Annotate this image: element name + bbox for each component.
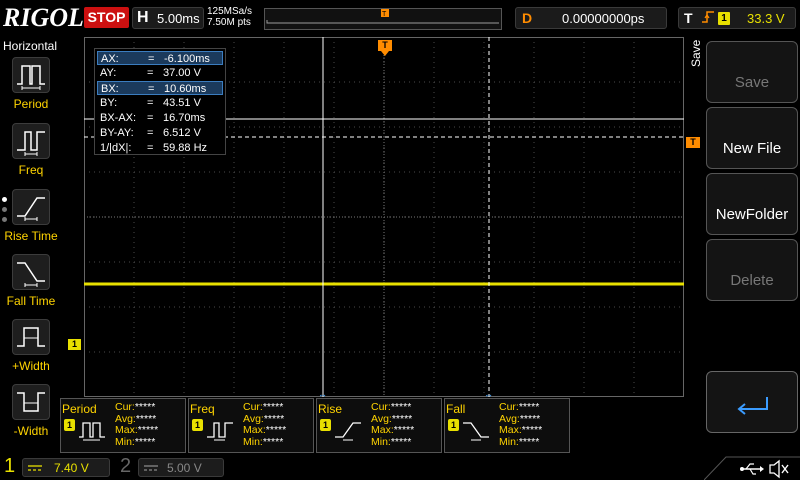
positive-width-icon bbox=[12, 319, 50, 355]
readout-row-inv-dx: 1/|dX|: = 59.88 Hz bbox=[100, 142, 208, 154]
measurement-channel-badge: 1 bbox=[320, 419, 331, 431]
new-folder-button[interactable]: NewFolder bbox=[706, 173, 798, 235]
measurement-channel-badge: 1 bbox=[64, 419, 75, 431]
timebase-indicator[interactable]: H 5.00ms bbox=[132, 7, 204, 29]
sidebar-label-positive-width: +Width bbox=[12, 359, 50, 373]
save-button[interactable]: Save bbox=[706, 41, 798, 103]
channel2-scale-box: 5.00 V bbox=[138, 458, 224, 477]
sidebar-item-freq[interactable]: Freq bbox=[0, 123, 60, 185]
run-stop-button[interactable]: STOP bbox=[84, 7, 129, 28]
sidebar-label-period: Period bbox=[13, 97, 49, 111]
timebase-letter: H bbox=[137, 9, 149, 26]
top-status-bar: RIGOL STOP H 5.00ms 125MSa/s 7.50M pts T… bbox=[0, 0, 800, 37]
trigger-level-value: 33.3 V bbox=[747, 11, 785, 26]
horizontal-delay-indicator[interactable]: D 0.00000000ps bbox=[515, 7, 667, 29]
measurement-channel-badge: 1 bbox=[192, 419, 203, 431]
sidebar-item-period[interactable]: Period bbox=[0, 57, 60, 119]
channel1-scale-box: 7.40 V bbox=[22, 458, 110, 477]
channel1-number: 1 bbox=[4, 455, 16, 477]
measurement-period[interactable]: Period 1 Cur:***** Avg:***** Max:***** M… bbox=[60, 398, 186, 453]
overview-trigger-letter: T bbox=[382, 11, 387, 18]
readout-row-ax: AX: = -6.100ms bbox=[97, 51, 223, 65]
bottom-status-bar: 1 7.40 V 2 5.00 V bbox=[0, 455, 800, 480]
rise-time-icon bbox=[333, 417, 367, 446]
cursor-readout: AX: = -6.100ms AY: = 37.00 V BX: = 10.60ms BY:… bbox=[94, 48, 226, 155]
channel2-scale: 5.00 V bbox=[167, 461, 202, 475]
waveform-overview: T bbox=[266, 9, 499, 24]
channel2-status[interactable]: 2 5.00 V bbox=[118, 455, 228, 480]
new-file-label: New File bbox=[722, 140, 782, 157]
delay-value: 0.00000000ps bbox=[562, 11, 645, 26]
delete-label: Delete bbox=[730, 272, 774, 289]
channel2-number: 2 bbox=[120, 455, 132, 477]
measurement-stats: Cur:***** Avg:***** Max:***** Min:***** bbox=[243, 401, 287, 448]
measurement-channel-badge: 1 bbox=[448, 419, 459, 431]
readout-row-by-ay: BY-AY: = 6.512 V bbox=[100, 127, 201, 139]
sidebar-label-freq: Freq bbox=[18, 163, 44, 177]
measurement-name: Rise bbox=[318, 402, 343, 416]
trigger-letter: T bbox=[684, 10, 693, 26]
dc-coupling-icon bbox=[28, 465, 42, 471]
rise-time-icon bbox=[12, 189, 50, 225]
new-file-button[interactable]: New File bbox=[706, 107, 798, 169]
negative-width-icon bbox=[12, 384, 50, 420]
trigger-position-arrow bbox=[381, 51, 389, 56]
timebase-value: 5.00ms bbox=[157, 11, 200, 26]
rising-edge-icon bbox=[701, 9, 715, 29]
frequency-icon bbox=[205, 417, 239, 446]
measurement-name: Period bbox=[62, 402, 97, 416]
system-status-icons bbox=[703, 455, 800, 480]
measurement-name: Freq bbox=[190, 402, 215, 416]
measurement-freq[interactable]: Freq 1 Cur:***** Avg:***** Max:***** Min… bbox=[188, 398, 314, 453]
readout-row-ay: AY: = 37.00 V bbox=[100, 67, 201, 79]
save-menu-panel: Save Save New File NewFolder Delete bbox=[685, 37, 800, 455]
channel1-scale: 7.40 V bbox=[54, 461, 89, 475]
trigger-indicator[interactable]: T 1 33.3 V bbox=[678, 7, 796, 29]
enter-button[interactable] bbox=[706, 371, 798, 433]
trigger-source-badge: 1 bbox=[718, 12, 730, 25]
dc-coupling-icon bbox=[144, 465, 158, 471]
save-button-label: Save bbox=[734, 74, 770, 91]
fall-time-icon bbox=[461, 417, 495, 446]
readout-row-bx: BX: = 10.60ms bbox=[97, 81, 223, 95]
measurement-stats: Cur:***** Avg:***** Max:***** Min:***** bbox=[115, 401, 159, 448]
sidebar-item-rise-time[interactable]: Rise Time bbox=[0, 189, 60, 251]
period-icon bbox=[77, 417, 111, 446]
usb-icon bbox=[740, 463, 764, 475]
memory-depth: 7.50M pts bbox=[207, 17, 251, 28]
new-folder-label: NewFolder bbox=[715, 206, 789, 223]
sidebar-label-rise-time: Rise Time bbox=[4, 229, 58, 243]
sidebar-label-fall-time: Fall Time bbox=[6, 294, 56, 308]
channel1-status[interactable]: 1 7.40 V bbox=[0, 455, 112, 480]
delay-letter: D bbox=[522, 10, 533, 26]
acquisition-info: 125MSa/s 7.50M pts bbox=[207, 6, 252, 28]
measurement-fall[interactable]: Fall 1 Cur:***** Avg:***** Max:***** Min… bbox=[444, 398, 570, 453]
measurement-name: Fall bbox=[446, 402, 466, 416]
measurement-rise[interactable]: Rise 1 Cur:***** Avg:***** Max:***** Min… bbox=[316, 398, 442, 453]
frequency-icon bbox=[12, 123, 50, 159]
fall-time-icon bbox=[12, 254, 50, 290]
measurement-stats: Cur:***** Avg:***** Max:***** Min:***** bbox=[371, 401, 415, 448]
channel1-offset-marker[interactable]: 1 bbox=[68, 339, 81, 350]
sidebar-title: Horizontal bbox=[3, 39, 58, 53]
memory-position-bar: T bbox=[264, 8, 502, 30]
readout-row-by: BY: = 43.51 V bbox=[100, 97, 201, 109]
menu-title: Save bbox=[689, 39, 703, 67]
measurement-stats: Cur:***** Avg:***** Max:***** Min:***** bbox=[499, 401, 543, 448]
sidebar-item-positive-width[interactable]: +Width bbox=[0, 319, 60, 381]
sample-rate: 125MSa/s bbox=[207, 6, 253, 17]
sidebar-item-negative-width[interactable]: -Width bbox=[0, 384, 60, 446]
enter-return-icon bbox=[737, 397, 768, 415]
delete-button[interactable]: Delete bbox=[706, 239, 798, 301]
brand-logo: RIGOL bbox=[3, 3, 84, 32]
measure-sidebar: Horizontal Period Freq Rise Time Fall Ti… bbox=[0, 37, 60, 455]
trigger-position-marker[interactable]: T bbox=[378, 40, 392, 51]
sidebar-item-fall-time[interactable]: Fall Time bbox=[0, 254, 60, 316]
sidebar-label-negative-width: -Width bbox=[13, 424, 49, 438]
readout-row-bx-ax: BX-AX: = 16.70ms bbox=[100, 112, 206, 124]
period-icon bbox=[12, 57, 50, 93]
speaker-mute-icon bbox=[769, 459, 789, 479]
